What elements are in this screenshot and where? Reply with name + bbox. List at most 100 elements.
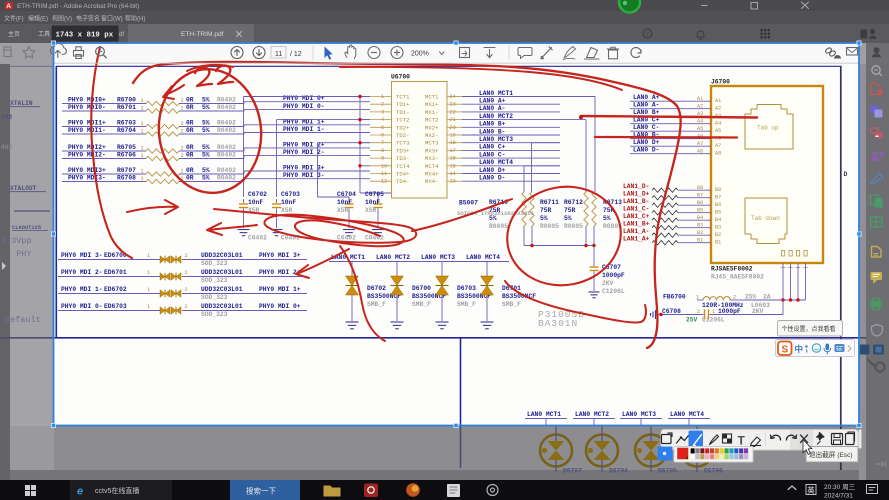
svg-text:D6703: D6703 <box>457 285 476 292</box>
svg-text:B7: B7 <box>697 193 703 199</box>
svg-text:1: 1 <box>141 153 144 159</box>
svg-text:LAN0 D-: LAN0 D- <box>479 175 505 182</box>
svg-text:R6708: R6708 <box>117 175 136 182</box>
svg-text:LAN0 MCT1: LAN0 MCT1 <box>479 90 513 97</box>
svg-text:0R: 0R <box>186 120 194 127</box>
svg-text:RJ45_8AE5F8002: RJ45_8AE5F8002 <box>711 274 764 281</box>
svg-text:LAN1_D+: LAN1_D+ <box>623 191 650 198</box>
svg-text:18: 18 <box>450 140 456 146</box>
svg-text:R0402: R0402 <box>217 167 236 174</box>
svg-text:A7: A7 <box>697 141 703 147</box>
svg-text:C1206L: C1206L <box>602 288 625 295</box>
svg-text:5%: 5% <box>489 215 497 222</box>
svg-text:Default: Default <box>5 315 41 325</box>
svg-text:2KV: 2KV <box>602 280 614 287</box>
svg-text:- PHY: - PHY <box>6 249 32 259</box>
svg-text:2: 2 <box>185 270 188 276</box>
svg-text:PHY0 MDI 3+: PHY0 MDI 3+ <box>283 165 325 172</box>
svg-text:A2: A2 <box>715 106 721 112</box>
svg-text:5%: 5% <box>202 144 210 151</box>
svg-text:R0402: R0402 <box>217 97 236 104</box>
svg-text:75R: 75R <box>489 207 501 214</box>
svg-text:702: 702 <box>1 114 13 121</box>
svg-text:R6703: R6703 <box>117 120 136 127</box>
svg-text:U6700: U6700 <box>391 74 410 81</box>
svg-text:R0402: R0402 <box>217 104 236 111</box>
svg-text:R0402: R0402 <box>217 127 236 134</box>
svg-text:5%: 5% <box>202 97 210 104</box>
svg-text:Tab down: Tab down <box>751 215 780 222</box>
svg-text:MX4-: MX4- <box>425 178 438 185</box>
svg-text:10nF: 10nF <box>248 199 263 206</box>
svg-text:8: 8 <box>381 148 384 154</box>
svg-text:2: 2 <box>181 169 184 175</box>
svg-text:LAN0 MCT3: LAN0 MCT3 <box>622 411 656 418</box>
svg-text:MX3+: MX3+ <box>425 147 439 154</box>
svg-text:B2: B2 <box>697 230 703 236</box>
svg-text:10nF: 10nF <box>365 199 380 206</box>
svg-text:5%: 5% <box>202 167 210 174</box>
svg-text:TD3-: TD3- <box>396 155 409 162</box>
svg-text:1: 1 <box>381 94 384 100</box>
svg-text:2: 2 <box>185 253 188 259</box>
svg-text:2024/7/31: 2024/7/31 <box>824 493 853 500</box>
svg-text:17: 17 <box>450 148 456 154</box>
svg-text:A4: A4 <box>697 119 703 125</box>
svg-text:2: 2 <box>181 146 184 152</box>
svg-text:T: T <box>738 434 746 448</box>
svg-text:窗口(W): 窗口(W) <box>101 15 123 23</box>
svg-text:个性设置，点我看看: 个性设置，点我看看 <box>782 325 836 333</box>
svg-text:BA301N: BA301N <box>538 318 578 329</box>
svg-text:B5: B5 <box>715 210 721 216</box>
svg-text:R0402: R0402 <box>217 120 236 127</box>
svg-text:TD4-: TD4- <box>396 178 409 185</box>
svg-text:B8: B8 <box>715 187 721 193</box>
svg-text:CLKOUT125: CLKOUT125 <box>12 225 41 231</box>
svg-text:10: 10 <box>381 163 387 169</box>
svg-text:C0402: C0402 <box>337 235 356 242</box>
svg-text:B8: B8 <box>697 185 703 191</box>
svg-text:R6706: R6706 <box>117 152 136 159</box>
svg-text:LAN0 MCT3: LAN0 MCT3 <box>479 136 513 143</box>
svg-text:df: df <box>119 32 124 38</box>
svg-text:LAN1_D-: LAN1_D- <box>623 183 649 190</box>
svg-text:文件(F): 文件(F) <box>4 15 24 23</box>
svg-text:ETH-TRIM.pdf - Adobe Acrobat P: ETH-TRIM.pdf - Adobe Acrobat Pro (64-bit… <box>17 3 139 10</box>
svg-text:电子签名: 电子签名 <box>76 15 100 23</box>
svg-text:LAN0 D+: LAN0 D+ <box>633 139 660 146</box>
svg-text:SMB_F: SMB_F <box>367 301 386 308</box>
svg-text:视图(V): 视图(V) <box>52 15 72 23</box>
svg-text:PHY0 MDI 2+: PHY0 MDI 2+ <box>259 269 301 276</box>
svg-text:R6700: R6700 <box>117 97 136 104</box>
svg-text:LAN1_C+: LAN1_C+ <box>623 213 650 220</box>
svg-text:5%: 5% <box>202 104 210 111</box>
svg-text:20: 20 <box>450 125 456 131</box>
svg-text:TCT3: TCT3 <box>396 140 409 147</box>
svg-text:MX1+: MX1+ <box>425 101 439 108</box>
svg-text:SOD_323: SOD_323 <box>201 260 228 267</box>
svg-text:MX2-: MX2- <box>425 132 438 139</box>
svg-text:16: 16 <box>450 156 456 162</box>
svg-text:B1: B1 <box>715 240 721 246</box>
svg-text:LAN0 A+: LAN0 A+ <box>633 94 660 101</box>
svg-text:SMB_F: SMB_F <box>502 301 521 308</box>
svg-text:帮助(H): 帮助(H) <box>125 15 145 23</box>
svg-text:R6705: R6705 <box>117 144 136 151</box>
svg-text:2: 2 <box>697 309 700 315</box>
svg-text:ETH-TRIM.pdf: ETH-TRIM.pdf <box>181 31 224 38</box>
svg-text:X5R: X5R <box>337 207 349 214</box>
svg-text:2: 2 <box>181 129 184 135</box>
svg-text:MCT3: MCT3 <box>425 140 438 147</box>
svg-text:B6: B6 <box>715 202 721 208</box>
svg-text:A5: A5 <box>715 128 721 134</box>
svg-text:11: 11 <box>381 171 387 177</box>
svg-text:LAN0 B+: LAN0 B+ <box>633 109 660 116</box>
svg-text:PHY0 MDI 1-: PHY0 MDI 1- <box>61 286 103 293</box>
svg-text:LAN0 MCT2: LAN0 MCT2 <box>479 113 513 120</box>
svg-text:A1: A1 <box>697 96 703 102</box>
svg-text:ED6702: ED6702 <box>104 286 127 293</box>
svg-text:2: 2 <box>181 106 184 112</box>
svg-text:10nF: 10nF <box>337 199 352 206</box>
svg-text:R6712: R6712 <box>564 199 583 206</box>
svg-text:UDD32C03L01: UDD32C03L01 <box>201 252 243 259</box>
